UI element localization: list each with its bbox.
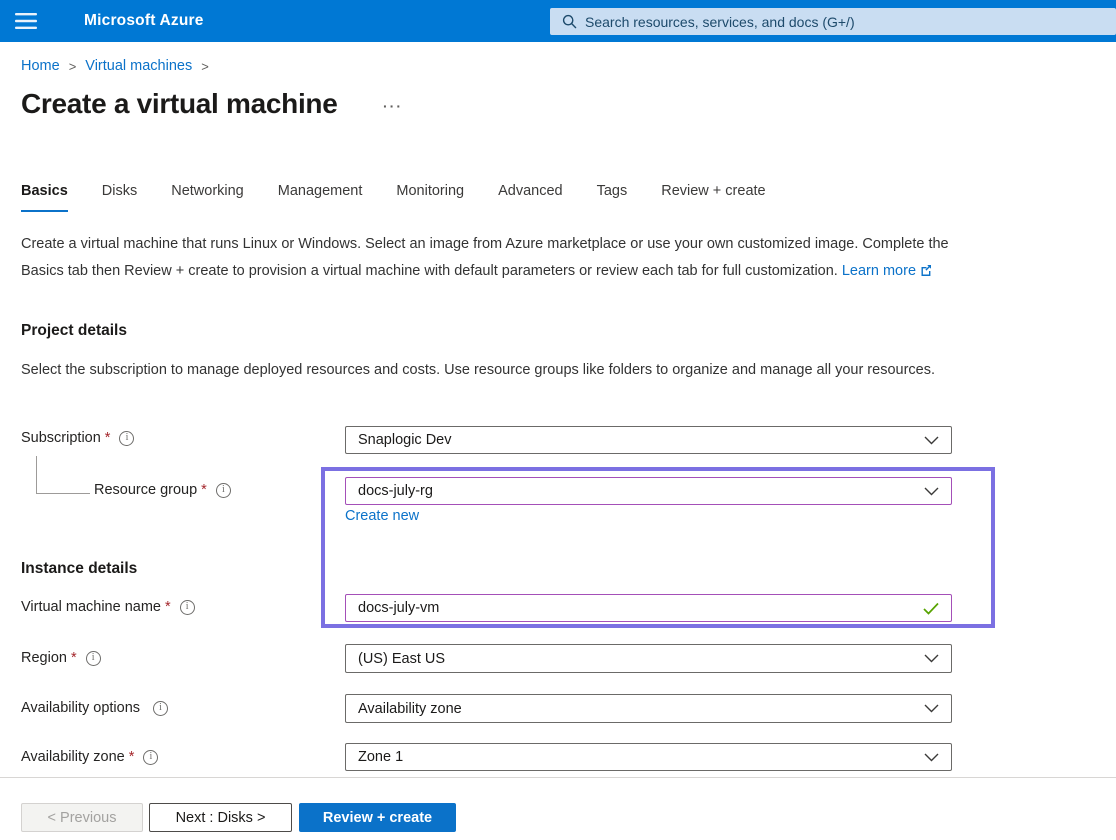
page-title: Create a virtual machine	[21, 88, 338, 120]
required-asterisk: *	[105, 430, 111, 446]
breadcrumb: Home > Virtual machines >	[21, 58, 218, 74]
tab-networking[interactable]: Networking	[171, 183, 244, 212]
availability-zone-select[interactable]: Zone 1	[345, 743, 952, 771]
tab-monitoring[interactable]: Monitoring	[396, 183, 464, 212]
required-asterisk: *	[201, 482, 207, 498]
project-details-description: Select the subscription to manage deploy…	[21, 357, 959, 384]
tab-review-create[interactable]: Review + create	[661, 183, 765, 212]
required-asterisk: *	[129, 749, 135, 765]
app-title[interactable]: Microsoft Azure	[84, 0, 204, 42]
previous-button[interactable]: < Previous	[21, 803, 143, 832]
tab-management[interactable]: Management	[278, 183, 363, 212]
chevron-down-icon	[924, 436, 939, 445]
region-select[interactable]: (US) East US	[345, 644, 952, 673]
info-icon[interactable]	[216, 483, 231, 498]
resource-group-label: Resource group *	[94, 482, 231, 498]
info-icon[interactable]	[143, 750, 158, 765]
required-asterisk: *	[71, 650, 77, 666]
footer-divider	[0, 777, 1116, 778]
tab-tags[interactable]: Tags	[597, 183, 628, 212]
chevron-down-icon	[924, 753, 939, 762]
subscription-resource-group-connector	[36, 456, 37, 494]
breadcrumb-separator-icon: >	[201, 59, 209, 74]
intro-text: Create a virtual machine that runs Linux…	[21, 231, 959, 285]
breadcrumb-separator-icon: >	[69, 59, 77, 74]
subscription-select[interactable]: Snaplogic Dev	[345, 426, 952, 454]
region-label: Region *	[21, 650, 101, 666]
info-icon[interactable]	[86, 651, 101, 666]
review-create-button[interactable]: Review + create	[299, 803, 456, 832]
availability-zone-label: Availability zone *	[21, 749, 158, 765]
vm-name-input[interactable]: docs-july-vm	[345, 594, 952, 622]
instance-details-heading: Instance details	[21, 560, 137, 578]
tab-basics[interactable]: Basics	[21, 183, 68, 212]
next-disks-button[interactable]: Next : Disks >	[149, 803, 292, 832]
learn-more-link[interactable]: Learn more	[842, 263, 932, 279]
valid-check-icon	[923, 602, 939, 615]
wizard-tabs: Basics Disks Networking Management Monit…	[21, 183, 766, 212]
project-details-heading: Project details	[21, 322, 127, 340]
subscription-label: Subscription *	[21, 430, 134, 446]
global-search-input[interactable]: Search resources, services, and docs (G+…	[550, 8, 1116, 35]
more-menu-icon[interactable]: ···	[383, 98, 403, 114]
tab-advanced[interactable]: Advanced	[498, 183, 563, 212]
search-icon	[562, 14, 577, 29]
resource-group-select[interactable]: docs-july-rg	[345, 477, 952, 505]
intro-text-body: Create a virtual machine that runs Linux…	[21, 236, 949, 279]
search-placeholder: Search resources, services, and docs (G+…	[585, 14, 855, 30]
info-icon[interactable]	[180, 600, 195, 615]
top-bar: Microsoft Azure Search resources, servic…	[0, 0, 1116, 42]
chevron-down-icon	[924, 704, 939, 713]
availability-options-select[interactable]: Availability zone	[345, 694, 952, 723]
breadcrumb-virtual-machines-link[interactable]: Virtual machines	[85, 58, 192, 74]
subscription-resource-group-connector	[36, 493, 90, 494]
tab-disks[interactable]: Disks	[102, 183, 137, 212]
create-new-resource-group-link[interactable]: Create new	[345, 508, 419, 524]
vm-name-label: Virtual machine name *	[21, 599, 195, 615]
availability-options-label: Availability options	[21, 700, 168, 716]
hamburger-menu-icon[interactable]	[15, 11, 37, 31]
required-asterisk: *	[165, 599, 171, 615]
chevron-down-icon	[924, 654, 939, 663]
chevron-down-icon	[924, 487, 939, 496]
external-link-icon	[920, 259, 932, 286]
azure-create-vm-page: Microsoft Azure Search resources, servic…	[0, 0, 1116, 840]
info-icon[interactable]	[119, 431, 134, 446]
info-icon[interactable]	[153, 701, 168, 716]
breadcrumb-home-link[interactable]: Home	[21, 58, 60, 74]
